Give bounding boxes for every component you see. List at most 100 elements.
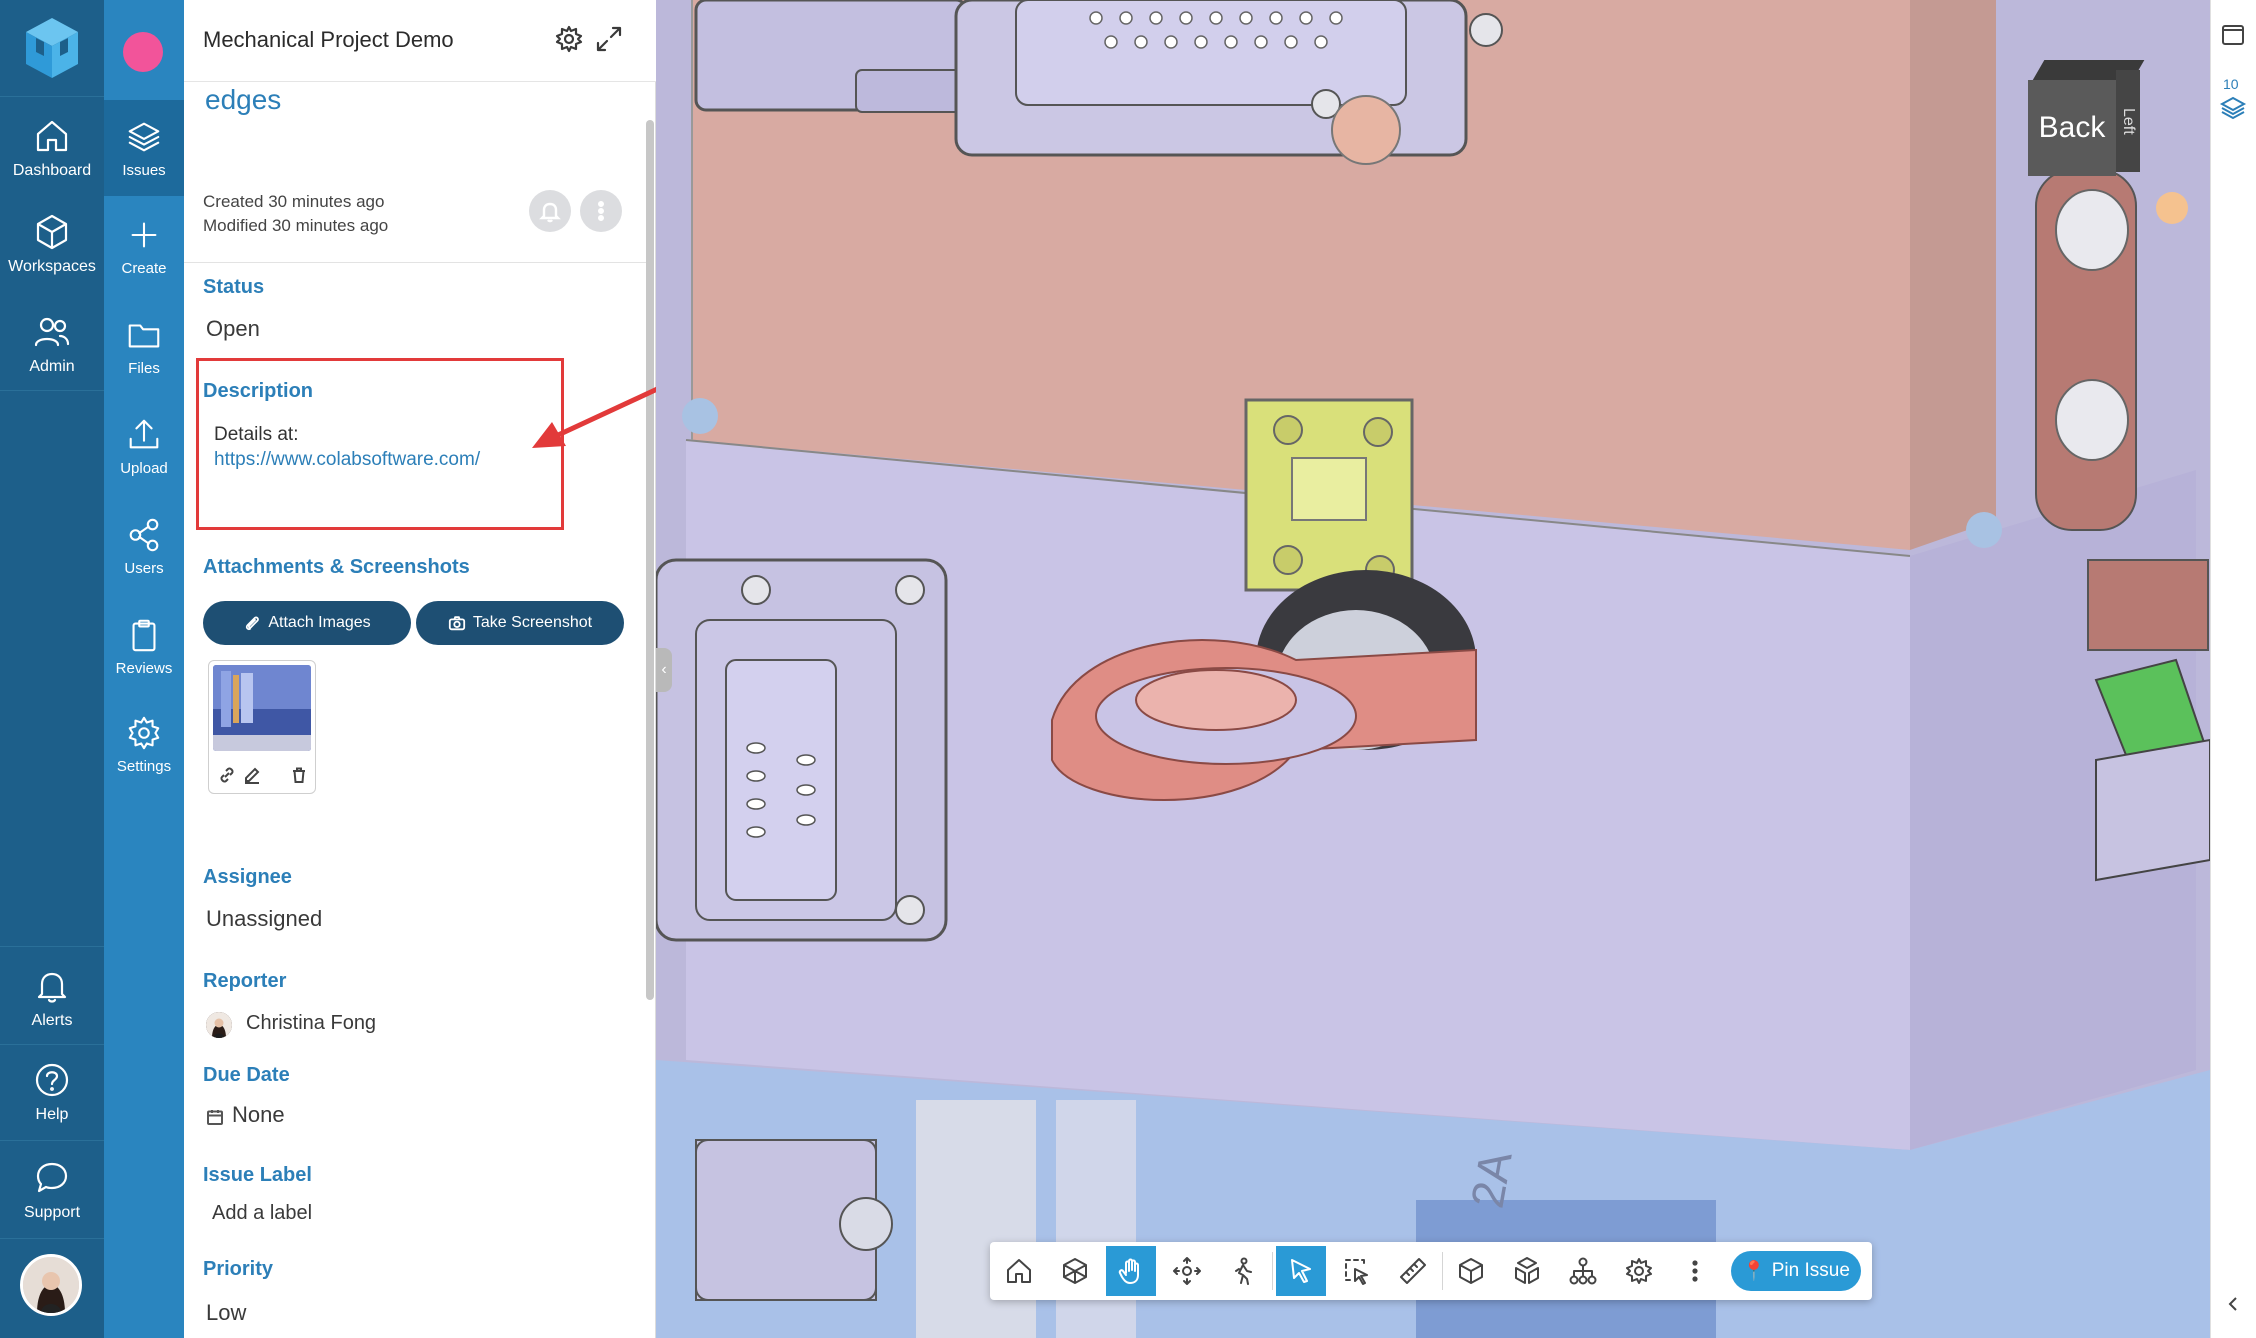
collapse-panel-handle[interactable]: ‹ bbox=[656, 648, 672, 692]
share-icon bbox=[129, 518, 159, 551]
viewer-settings-button[interactable] bbox=[1614, 1246, 1664, 1296]
attachments-label: Attachments & Screenshots bbox=[203, 556, 470, 578]
navcube-front-face[interactable]: Back bbox=[2028, 80, 2116, 176]
nav-alerts[interactable]: Alerts bbox=[0, 950, 104, 1046]
description-link[interactable]: https://www.colabsoftware.com/ bbox=[214, 449, 480, 471]
upload-icon bbox=[129, 419, 159, 448]
nav-users[interactable]: Users bbox=[104, 498, 184, 594]
description-text[interactable]: Details at: bbox=[214, 424, 298, 446]
nav-create[interactable]: Create bbox=[104, 198, 184, 294]
issue-panel: Mechanical Project Demo edges Created 30… bbox=[184, 0, 656, 1338]
home-view-button[interactable] bbox=[994, 1246, 1044, 1296]
box-select-icon bbox=[1345, 1259, 1368, 1285]
part-label-text: 2A bbox=[1461, 1147, 1522, 1212]
nav-upload[interactable]: Upload bbox=[104, 398, 184, 494]
model-tree-button[interactable] bbox=[2219, 20, 2249, 50]
nav-support[interactable]: Support bbox=[0, 1142, 104, 1238]
attachment-thumbnail[interactable] bbox=[208, 660, 316, 794]
bell-icon bbox=[37, 972, 67, 1003]
colab-logo[interactable] bbox=[22, 16, 82, 80]
delete-attachment-button[interactable] bbox=[289, 765, 311, 787]
orbit-tool-button[interactable] bbox=[1162, 1246, 1212, 1296]
cube-icon bbox=[36, 214, 68, 250]
explode-view-button[interactable] bbox=[1502, 1246, 1552, 1296]
walk-icon bbox=[1235, 1257, 1252, 1285]
collapse-rail-button[interactable] bbox=[2219, 1290, 2249, 1320]
layers-icon bbox=[128, 122, 160, 151]
pin-issue-button[interactable]: 📍 Pin Issue bbox=[1731, 1251, 1861, 1291]
nav-help-label: Help bbox=[35, 1106, 69, 1123]
project-title: Mechanical Project Demo bbox=[203, 27, 454, 52]
user-avatar[interactable] bbox=[20, 1254, 82, 1316]
nav-settings[interactable]: Settings bbox=[104, 696, 184, 792]
status-value[interactable]: Open bbox=[206, 316, 260, 342]
link-icon bbox=[220, 767, 234, 783]
created-timestamp: Created 30 minutes ago bbox=[203, 192, 385, 211]
layers-button[interactable] bbox=[2219, 94, 2249, 124]
gear-icon bbox=[555, 25, 583, 53]
edit-attachment-button[interactable] bbox=[242, 765, 264, 787]
chevron-left-icon bbox=[2228, 1297, 2237, 1311]
camera-icon bbox=[448, 616, 466, 631]
status-label: Status bbox=[203, 276, 265, 298]
nav-workspaces-label: Workspaces bbox=[8, 258, 96, 275]
panel-header: Mechanical Project Demo bbox=[184, 0, 656, 82]
wireframe-view-button[interactable] bbox=[1050, 1246, 1100, 1296]
more-tools-button[interactable] bbox=[1670, 1246, 1720, 1296]
copy-link-button[interactable] bbox=[217, 765, 239, 787]
view-navigation-cube[interactable]: Back Left bbox=[2028, 60, 2145, 178]
issue-title[interactable]: edges bbox=[205, 84, 281, 116]
select-tool-button[interactable] bbox=[1276, 1246, 1326, 1296]
3d-viewport[interactable]: 2A Back Left bbox=[656, 0, 2210, 1338]
issue-label-label: Issue Label bbox=[203, 1164, 312, 1186]
description-label: Description bbox=[203, 380, 314, 402]
solid-view-button[interactable] bbox=[1446, 1246, 1496, 1296]
home-icon bbox=[36, 120, 68, 152]
priority-value[interactable]: Low bbox=[206, 1300, 246, 1326]
walk-tool-button[interactable] bbox=[1218, 1246, 1268, 1296]
reporter-avatar bbox=[206, 1012, 232, 1038]
assignee-label: Assignee bbox=[203, 866, 292, 888]
project-settings-button[interactable] bbox=[554, 24, 586, 56]
priority-label: Priority bbox=[203, 1258, 274, 1280]
solid-cube-icon bbox=[1459, 1258, 1483, 1284]
attachment-actions bbox=[209, 765, 317, 789]
attach-images-button[interactable]: Attach Images bbox=[203, 601, 411, 645]
pan-tool-button[interactable] bbox=[1106, 1246, 1156, 1296]
nav-workspaces[interactable]: Workspaces bbox=[0, 196, 104, 292]
help-icon bbox=[35, 1063, 69, 1097]
panel-scrollbar[interactable] bbox=[646, 120, 654, 1000]
take-screenshot-button[interactable]: Take Screenshot bbox=[416, 601, 624, 645]
measure-icon bbox=[1400, 1258, 1426, 1284]
nav-reviews[interactable]: Reviews bbox=[104, 598, 184, 694]
nav-help[interactable]: Help bbox=[0, 1044, 104, 1140]
nav-files[interactable]: Files bbox=[104, 298, 184, 394]
pan-hand-icon bbox=[1118, 1258, 1139, 1284]
nav-issues[interactable]: Issues bbox=[104, 100, 184, 196]
navcube-side-face[interactable]: Left bbox=[2116, 70, 2140, 172]
model-tree-tool-button[interactable] bbox=[1558, 1246, 1608, 1296]
assignee-value[interactable]: Unassigned bbox=[206, 906, 322, 932]
due-date-value[interactable]: None bbox=[232, 1102, 285, 1128]
chevron-left-icon: ‹ bbox=[661, 661, 667, 678]
expand-panel-button[interactable] bbox=[594, 24, 626, 56]
nav-admin-label: Admin bbox=[29, 358, 75, 375]
cad-model-scene[interactable]: 2A bbox=[656, 0, 2210, 1338]
nav-dashboard[interactable]: Dashboard bbox=[0, 100, 104, 196]
attachment-preview-image[interactable] bbox=[213, 665, 311, 751]
expand-icon bbox=[596, 26, 622, 52]
folder-icon bbox=[128, 323, 160, 347]
pin-icon: 📍 bbox=[1742, 1261, 1766, 1282]
nav-create-label: Create bbox=[121, 259, 167, 277]
issue-more-button[interactable] bbox=[580, 190, 622, 232]
project-color-dot[interactable] bbox=[123, 32, 163, 72]
watch-issue-button[interactable] bbox=[529, 190, 571, 232]
calendar-icon bbox=[206, 1108, 226, 1128]
settings-icon bbox=[1626, 1258, 1652, 1284]
nav-admin[interactable]: Admin bbox=[0, 296, 104, 392]
add-label-input[interactable]: Add a label bbox=[212, 1202, 312, 1225]
measure-tool-button[interactable] bbox=[1388, 1246, 1438, 1296]
cube-wire-icon bbox=[1063, 1258, 1087, 1284]
box-select-button[interactable] bbox=[1332, 1246, 1382, 1296]
primary-nav: Dashboard Workspaces Admin Alerts Help S… bbox=[0, 0, 104, 1338]
